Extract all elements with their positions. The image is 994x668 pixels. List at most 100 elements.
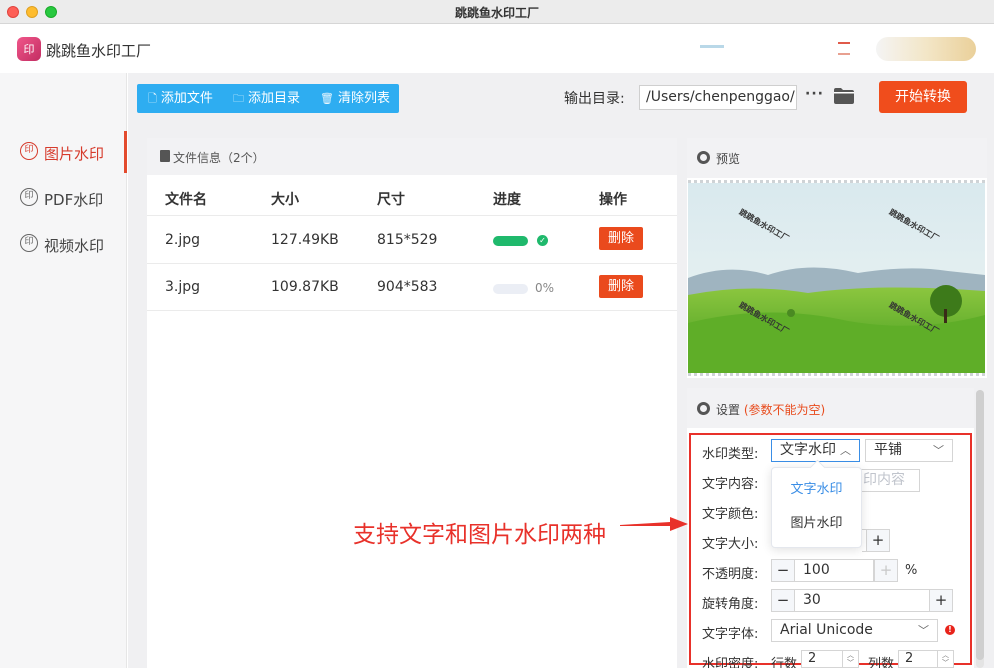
rotation-label: 旋转角度:: [702, 597, 759, 612]
stamp-icon: 印: [20, 188, 38, 206]
opacity-increase-button[interactable]: +: [874, 559, 898, 582]
row-divider: [147, 263, 677, 264]
dropdown-option-image-watermark[interactable]: 图片水印: [772, 509, 861, 539]
add-file-label: 添加文件: [160, 91, 213, 106]
progress-bar: [493, 236, 528, 246]
dropdown-option-text-watermark[interactable]: 文字水印: [772, 475, 861, 505]
app-logo-icon: [17, 37, 41, 61]
cols-stepper-arrows[interactable]: ︿ ﹀: [937, 651, 953, 668]
stamp-icon: 印: [20, 234, 38, 252]
start-convert-button[interactable]: 开始转换: [879, 81, 967, 113]
file-icon: 🗋: [148, 92, 157, 105]
window-titlebar: 跳跳鱼水印工厂: [0, 0, 994, 24]
wm-type-value: 文字水印: [780, 442, 836, 458]
rotation-decrease-button[interactable]: −: [771, 589, 795, 612]
trash-icon: 🗑: [320, 92, 334, 105]
sidebar-item-label: 图片水印: [44, 145, 105, 163]
text-content-label: 文字内容:: [702, 477, 759, 492]
text-size-label: 文字大小:: [702, 537, 759, 552]
add-file-button[interactable]: 🗋 添加文件: [148, 84, 213, 113]
delete-button[interactable]: 删除: [599, 275, 643, 298]
clear-list-button[interactable]: 🗑 清除列表: [320, 84, 390, 113]
progress-percent: 0%: [535, 281, 555, 295]
sidebar-item-pdf-watermark[interactable]: 印 PDF水印: [0, 177, 127, 219]
window-title: 跳跳鱼水印工厂: [454, 6, 539, 20]
more-options-button[interactable]: ···: [805, 86, 824, 102]
rows-label: 行数: [771, 657, 798, 668]
sidebar: 印 图片水印 印 PDF水印 印 视频水印: [0, 73, 127, 668]
font-select[interactable]: Arial Unicode ﹀: [771, 619, 938, 642]
opacity-label: 不透明度:: [702, 567, 759, 582]
settings-warning: (参数不能为空): [743, 403, 826, 417]
header-blurred-element: [838, 42, 850, 44]
opacity-unit: %: [905, 563, 918, 578]
cell-dimensions: 815*529: [377, 232, 438, 248]
document-icon: [160, 150, 170, 162]
rotation-increase-button[interactable]: +: [929, 589, 953, 612]
rows-value: 2: [808, 651, 817, 666]
text-size-increase-button[interactable]: +: [866, 529, 890, 552]
cols-label: 列数: [868, 657, 895, 668]
add-folder-label: 添加目录: [248, 91, 301, 106]
wm-type-label: 水印类型:: [702, 447, 759, 462]
gear-icon: [697, 402, 710, 415]
file-panel-title: 文件信息（2个）: [173, 151, 265, 165]
column-header-progress: 进度: [493, 192, 521, 208]
wm-type-select[interactable]: 文字水印 ︿: [771, 439, 860, 462]
density-label: 水印密度:: [702, 657, 759, 668]
check-circle-icon: ✓: [537, 235, 548, 246]
rows-stepper-arrows[interactable]: ︿ ﹀: [842, 651, 858, 668]
sidebar-item-label: 视频水印: [44, 237, 105, 255]
cell-dimensions: 904*583: [377, 279, 438, 295]
settings-scrollbar[interactable]: [976, 390, 984, 668]
cell-size: 109.87KB: [271, 279, 339, 295]
file-toolbar: 🗋 添加文件 🗀 添加目录 🗑 清除列表: [137, 84, 399, 113]
cell-filename: 2.jpg: [165, 232, 201, 248]
error-icon: !: [945, 625, 955, 635]
file-panel-header: 文件信息（2个）: [147, 138, 677, 175]
output-dir-label: 输出目录:: [564, 91, 625, 107]
sidebar-item-label: PDF水印: [44, 191, 104, 209]
progress-fill: [493, 236, 528, 246]
sidebar-item-video-watermark[interactable]: 印 视频水印: [0, 223, 127, 265]
progress-bar: [493, 284, 528, 294]
app-name: 跳跳鱼水印工厂: [46, 42, 152, 60]
layout-select[interactable]: 平铺 ﹀: [865, 439, 953, 462]
settings-title: 设置 (参数不能为空): [716, 401, 825, 418]
opacity-decrease-button[interactable]: −: [771, 559, 795, 582]
font-label: 文字字体:: [702, 627, 759, 642]
cols-input[interactable]: 2 ︿ ﹀: [898, 650, 954, 668]
row-divider: [147, 310, 677, 311]
header-blurred-element: [700, 45, 724, 48]
open-folder-icon[interactable]: [834, 88, 854, 104]
cell-filename: 3.jpg: [165, 279, 201, 295]
column-header-size: 大小: [271, 192, 299, 208]
annotation-arrow-icon: [620, 517, 688, 531]
rows-input[interactable]: 2 ︿ ﹀: [801, 650, 859, 668]
rotation-input[interactable]: 30: [794, 589, 930, 612]
wm-type-dropdown: 文字水印 图片水印: [771, 467, 862, 548]
opacity-input[interactable]: 100: [794, 559, 874, 582]
header-blurred-element: [838, 53, 850, 55]
chevron-down-icon: ﹀: [933, 444, 944, 457]
output-dir-input[interactable]: /Users/chenpenggao/D: [639, 85, 797, 110]
settings-title-text: 设置: [716, 403, 741, 417]
header-blurred-element[interactable]: [876, 37, 976, 61]
column-header-filename: 文件名: [165, 192, 207, 208]
file-list-panel: 文件信息（2个） 文件名 大小 尺寸 进度 操作 2.jpg 127.49KB …: [147, 138, 677, 668]
delete-button[interactable]: 删除: [599, 227, 643, 250]
column-header-dimensions: 尺寸: [377, 192, 405, 208]
folder-icon: 🗀: [233, 92, 244, 105]
landscape-image: [688, 183, 985, 373]
preview-image: 跳跳鱼水印工厂 跳跳鱼水印工厂 跳跳鱼水印工厂 跳跳鱼水印工厂: [688, 180, 985, 376]
preview-title: 预览: [716, 152, 741, 166]
chevron-down-icon: ﹀: [918, 624, 929, 637]
font-value: Arial Unicode: [780, 622, 873, 638]
chevron-up-icon: ︿: [840, 444, 851, 457]
sidebar-item-image-watermark[interactable]: 印 图片水印: [0, 131, 127, 173]
cols-value: 2: [905, 651, 914, 666]
scrollbar-thumb[interactable]: [976, 390, 984, 660]
add-folder-button[interactable]: 🗀 添加目录: [233, 84, 300, 113]
settings-header: 设置 (参数不能为空): [687, 388, 974, 428]
row-divider: [147, 215, 677, 216]
